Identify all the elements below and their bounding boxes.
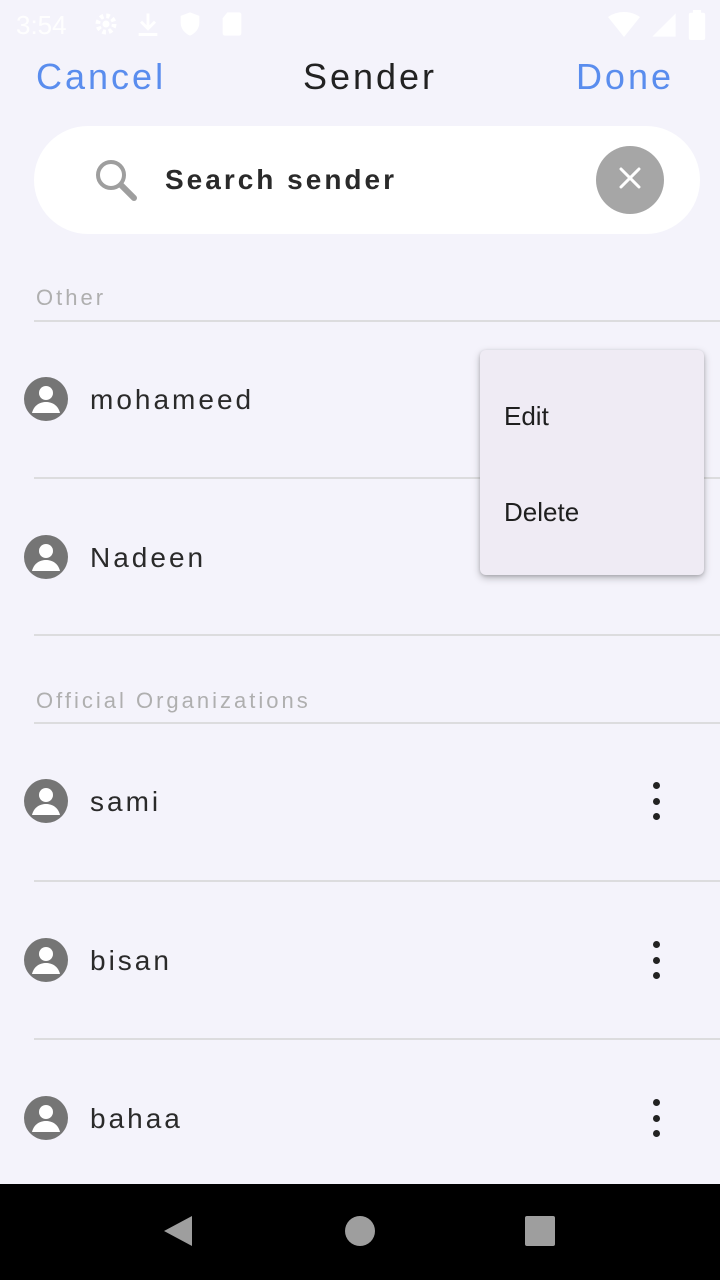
signal-icon [650, 11, 678, 44]
sender-name: mohameed [90, 384, 255, 415]
row-divider [34, 880, 720, 882]
search-input[interactable]: Search sender [165, 164, 397, 196]
system-icons [608, 10, 706, 45]
context-menu: Edit Delete [480, 350, 704, 575]
notification-icons [92, 10, 246, 43]
battery-icon [688, 10, 706, 45]
done-button[interactable]: Done [576, 56, 674, 98]
person-icon [24, 377, 68, 421]
section-divider [34, 722, 720, 724]
status-bar: 3:54 [0, 0, 720, 48]
section-header-official-organizations: Official Organizations [36, 688, 311, 713]
home-icon[interactable] [345, 1216, 375, 1246]
sender-name: bisan [90, 945, 172, 976]
recents-icon[interactable] [525, 1216, 555, 1246]
search-icon [92, 156, 140, 204]
menu-item-delete[interactable]: Delete [504, 497, 579, 528]
status-time: 3:54 [16, 10, 67, 40]
section-divider [34, 320, 720, 322]
sender-name: sami [90, 786, 162, 817]
list-item[interactable]: bisan [0, 910, 720, 1010]
close-icon [618, 166, 642, 195]
back-icon[interactable] [162, 1214, 194, 1253]
person-icon [24, 779, 68, 823]
person-icon [24, 938, 68, 982]
sd-card-icon [218, 10, 246, 43]
menu-item-edit[interactable]: Edit [504, 401, 549, 432]
list-item[interactable]: sami [0, 751, 720, 851]
settings-icon [92, 10, 120, 43]
list-item[interactable]: bahaa [0, 1068, 720, 1168]
section-header-other: Other [36, 285, 107, 310]
more-options-icon[interactable] [640, 779, 672, 823]
download-icon [134, 10, 162, 43]
person-icon [24, 1096, 68, 1140]
row-divider [34, 1038, 720, 1040]
navigation-bar [0, 1184, 720, 1280]
sender-name: bahaa [90, 1103, 183, 1134]
top-app-bar: Cancel Sender Done [0, 48, 720, 108]
search-bar[interactable]: Search sender [34, 126, 700, 234]
row-divider [34, 634, 720, 636]
shield-icon [176, 10, 204, 43]
person-icon [24, 535, 68, 579]
more-options-icon[interactable] [640, 938, 672, 982]
wifi-icon [608, 11, 640, 44]
sender-name: Nadeen [90, 542, 207, 573]
more-options-icon[interactable] [640, 1096, 672, 1140]
clear-search-button[interactable] [596, 146, 664, 214]
